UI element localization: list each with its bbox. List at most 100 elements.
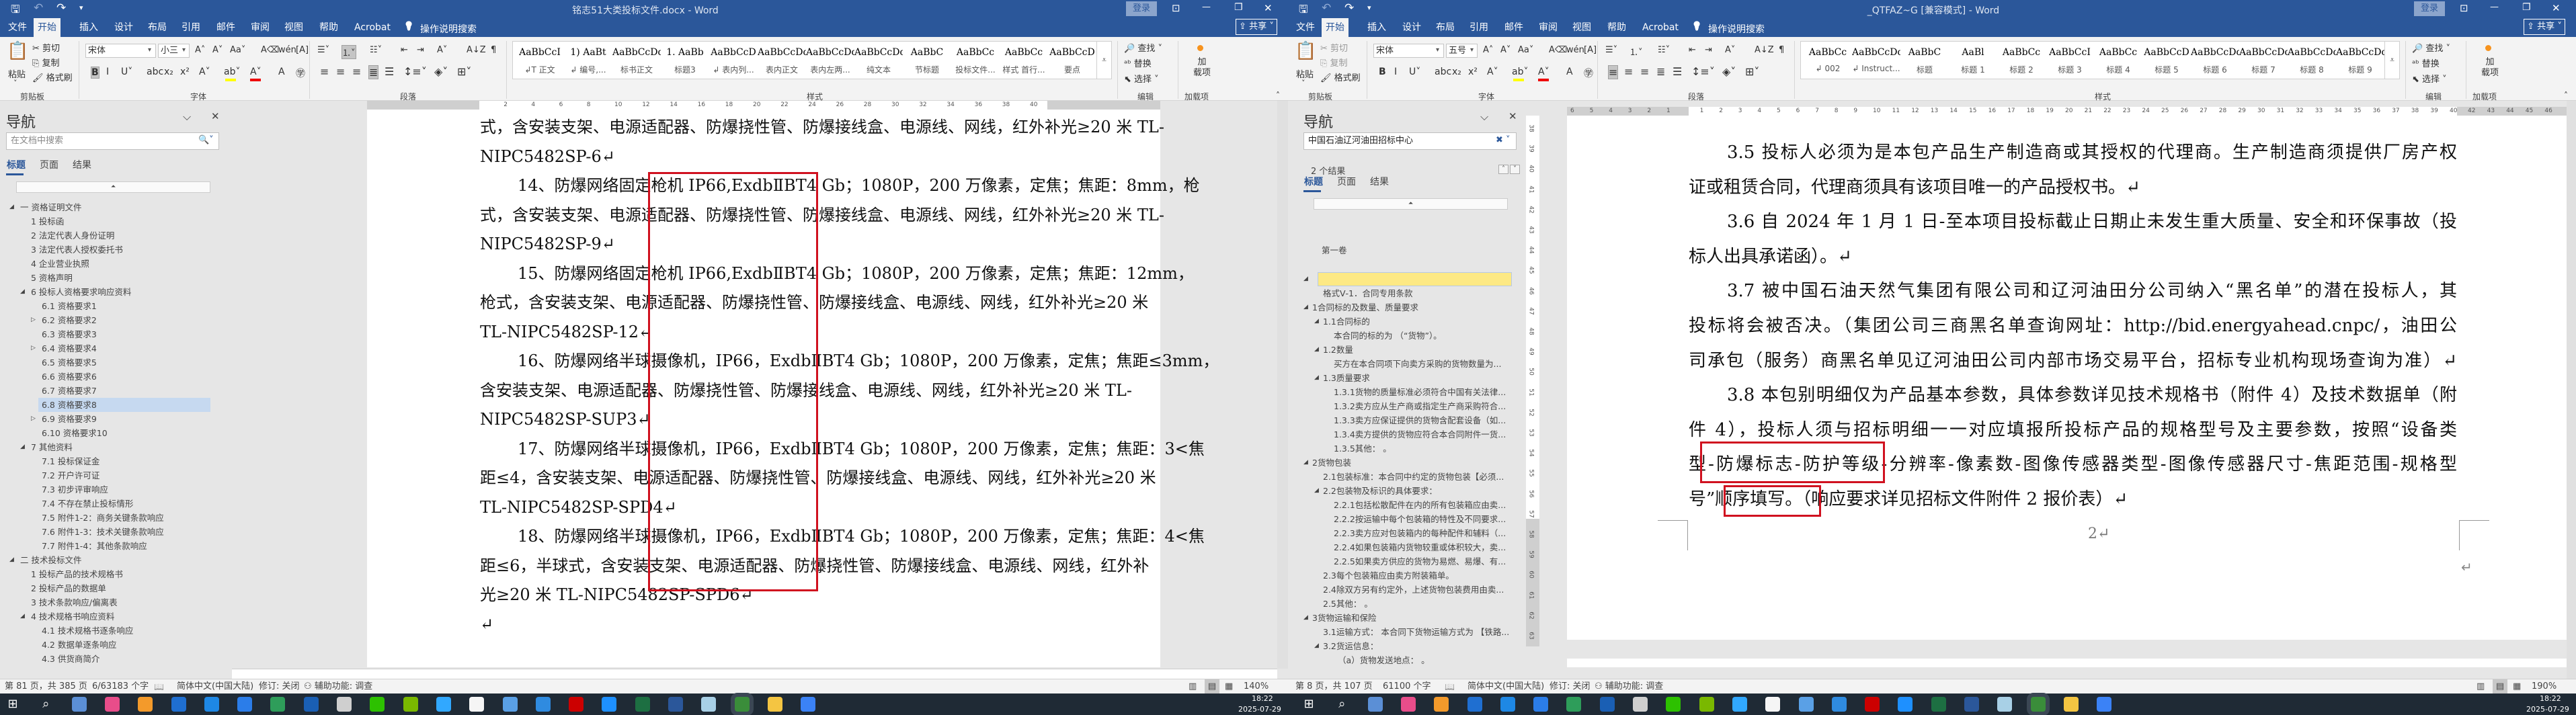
expanded-triangle-icon[interactable]: ◢	[9, 204, 14, 210]
web-layout-icon[interactable]: ▦	[1225, 679, 1233, 693]
font-name-dropdown-icon[interactable]: ▾	[148, 46, 151, 54]
shading-icon[interactable]: ◈˅	[434, 65, 448, 78]
printer-app-icon[interactable]	[1633, 697, 1648, 712]
previous-result-button[interactable]: ˄	[1498, 165, 1508, 174]
find-button[interactable]: 🔎 查找 ˅	[1124, 41, 1162, 54]
proofing-icon[interactable]: 📖	[1445, 679, 1455, 693]
nav-heading-item[interactable]: 1.3.3卖方应保证提供的货物含配套设备（如...	[1334, 413, 1506, 427]
page-count[interactable]: 第 81 页，共 385 页	[5, 679, 87, 693]
nav-heading-item[interactable]: 7 其他资料	[31, 440, 73, 454]
distributed-icon[interactable]: ☰	[385, 65, 394, 78]
nav-heading-item[interactable]: 7.1 投标保证金	[42, 454, 99, 468]
collapse-ribbon-icon[interactable]: ˄	[2564, 91, 2568, 100]
dots-app-icon[interactable]	[1467, 697, 1482, 712]
nav-heading-item[interactable]: 6.6 资格要求6	[42, 370, 97, 384]
change-case-icon[interactable]: Aa˅	[230, 45, 245, 55]
nav-heading-item[interactable]: 2.2.5如果卖方供应的货物为易燃、易爆、有...	[1334, 554, 1506, 569]
style-item[interactable]: AaBbCcDd 标题 6	[2191, 42, 2239, 79]
bold-icon[interactable]: B	[91, 67, 99, 79]
nav-heading-item[interactable]: 6.5 资格要求5	[42, 355, 97, 370]
word-count[interactable]: 6/63183 个字	[92, 679, 149, 693]
style-item[interactable]: AaBbCcDd 标题 9	[2336, 42, 2384, 79]
paste-icon[interactable]: 📋	[1295, 41, 1316, 61]
style-item[interactable]: AaBl 标题 1	[1949, 42, 1997, 79]
tab-4[interactable]: 布局	[1432, 18, 1459, 37]
numbering-icon[interactable]: ⒈˅	[341, 45, 356, 59]
paste-dropdown-icon[interactable]: ˅	[1301, 79, 1305, 87]
nav-heading-item[interactable]: 5 资格声明	[31, 271, 73, 285]
font-color-icon[interactable]: A˅	[1538, 67, 1549, 77]
nav-heading-item[interactable]: 1.3质量要求	[1323, 371, 1370, 385]
borders-icon[interactable]: ⊞˅	[457, 65, 471, 78]
shrink-font-icon[interactable]: A˅	[1500, 45, 1511, 55]
q-map-app-icon[interactable]	[1831, 697, 1847, 712]
style-item[interactable]: 1) AaBt ↲ 编号,...	[564, 42, 612, 79]
nav-heading-item[interactable]: 6.8 资格要求8	[38, 398, 210, 412]
nav-heading-item[interactable]: 6.3 资格要求3	[42, 327, 97, 341]
style-item[interactable]: AaBbCcD ↲ 表内列...	[709, 42, 758, 79]
strikethrough-icon[interactable]: abc	[1435, 67, 1451, 77]
increase-indent-icon[interactable]: ⇥	[1705, 45, 1712, 55]
nav-tab-1[interactable]: 页面	[40, 158, 58, 171]
tab-7[interactable]: 审阅	[1535, 18, 1562, 37]
nav-heading-item[interactable]: 2.4除双方另有约定外，上述货物包装费用由卖...	[1323, 583, 1504, 597]
folder-icon[interactable]	[2063, 697, 2079, 712]
word-count[interactable]: 61100 个字	[1383, 679, 1431, 693]
copy-button[interactable]: ⎘ 复制	[32, 56, 60, 69]
notepad-glass-icon[interactable]	[701, 697, 717, 712]
replace-button[interactable]: ᵃᵇ 替换	[1124, 56, 1152, 69]
show-marks-icon[interactable]: ¶	[1779, 45, 1784, 55]
select-button[interactable]: ⬉ 选择 ˅	[2412, 72, 2447, 85]
nav-heading-item[interactable]: 6.1 资格要求1	[42, 299, 97, 313]
excel-icon[interactable]	[635, 697, 650, 712]
character-border-icon[interactable]: [A]	[1584, 45, 1597, 55]
nav-options-icon[interactable]: ⌵	[183, 110, 191, 124]
nav-tab-2[interactable]: 结果	[73, 158, 91, 171]
asian-layout-icon[interactable]: A˅	[1725, 45, 1735, 55]
nav-heading-item[interactable]: 6.7 资格要求7	[42, 384, 97, 398]
nav-heading-item[interactable]: 2 投标产品的数据单	[31, 581, 106, 595]
bold-icon[interactable]: B	[1379, 67, 1386, 77]
style-item[interactable]: AaBbC 节标题	[903, 42, 951, 79]
nav-heading-item[interactable]: （a）货物发送地点： 。	[1338, 653, 1430, 667]
expanded-triangle-icon[interactable]: ◢	[1314, 374, 1319, 381]
nav-heading-item[interactable]: 2.2.3卖方应对包装箱内的每种配件和辅料（...	[1334, 526, 1506, 540]
distributed-icon[interactable]: ☰	[1673, 65, 1682, 78]
nav-heading-item[interactable]: 6.2 资格要求2	[42, 313, 97, 327]
expanded-triangle-icon[interactable]: ◢	[20, 444, 25, 450]
text-effects-icon[interactable]: A˅	[199, 67, 210, 77]
sort-icon[interactable]: A↓Z	[1755, 45, 1774, 55]
nav-heading-item[interactable]: 二 技术投标文件	[20, 553, 81, 567]
share-button[interactable]: ⇪ 共享 ˅	[1236, 19, 1277, 35]
accessibility-status[interactable]: ⚇ 辅助功能: 调查	[304, 679, 372, 693]
paste-dropdown-icon[interactable]: ˅	[13, 79, 17, 87]
zoom-level[interactable]: 190%	[2532, 679, 2557, 693]
nav-heading-item[interactable]: 4.3 供货商简介	[42, 652, 99, 666]
nav-heading-item[interactable]: 3.2货运信息：	[1323, 639, 1378, 653]
expanded-triangle-icon[interactable]: ◢	[9, 556, 14, 563]
superscript-icon[interactable]: x²	[180, 67, 190, 77]
style-item[interactable]: AaBbCcDd 标题 7	[2239, 42, 2288, 79]
nav-heading-item[interactable]: 2货物包装	[1312, 456, 1351, 470]
xin-app-icon[interactable]	[502, 697, 518, 712]
nav-heading-item[interactable]: 2.5其他： 。	[1323, 597, 1373, 611]
decrease-indent-icon[interactable]: ⇤	[1689, 45, 1696, 55]
asian-layout-icon[interactable]: A˅	[437, 45, 447, 55]
language[interactable]: 简体中文(中国大陆)	[177, 679, 253, 693]
maximize-icon[interactable]: ❐	[1234, 2, 1243, 13]
tab-10[interactable]: Acrobat	[350, 18, 395, 37]
grow-font-icon[interactable]: A˄	[1483, 45, 1493, 55]
subscript-icon[interactable]: x₂	[1452, 67, 1461, 77]
tell-me-search[interactable]: 操作说明搜索	[1708, 22, 1765, 36]
superscript-icon[interactable]: x²	[1468, 67, 1478, 77]
cut-button[interactable]: ✂ 剪切	[1320, 41, 1348, 54]
clear-formatting-icon[interactable]: A⌫	[261, 45, 279, 55]
nav-heading-item[interactable]: 2.2.1包括松散配件在内的所有包装箱应由卖...	[1334, 498, 1506, 512]
center-icon[interactable]: ≡	[336, 65, 345, 78]
underline-icon[interactable]: U˅	[121, 67, 132, 77]
tab-0[interactable]: 文件	[1292, 18, 1319, 37]
sync-arrows-app-icon[interactable]	[270, 697, 286, 712]
nav-heading-item[interactable]: 2.1包装标准：本合同中约定的货物包装【必须...	[1323, 470, 1504, 484]
styles-more-icon[interactable]: ⩡	[1096, 42, 1111, 79]
character-border-icon[interactable]: [A]	[296, 45, 309, 55]
